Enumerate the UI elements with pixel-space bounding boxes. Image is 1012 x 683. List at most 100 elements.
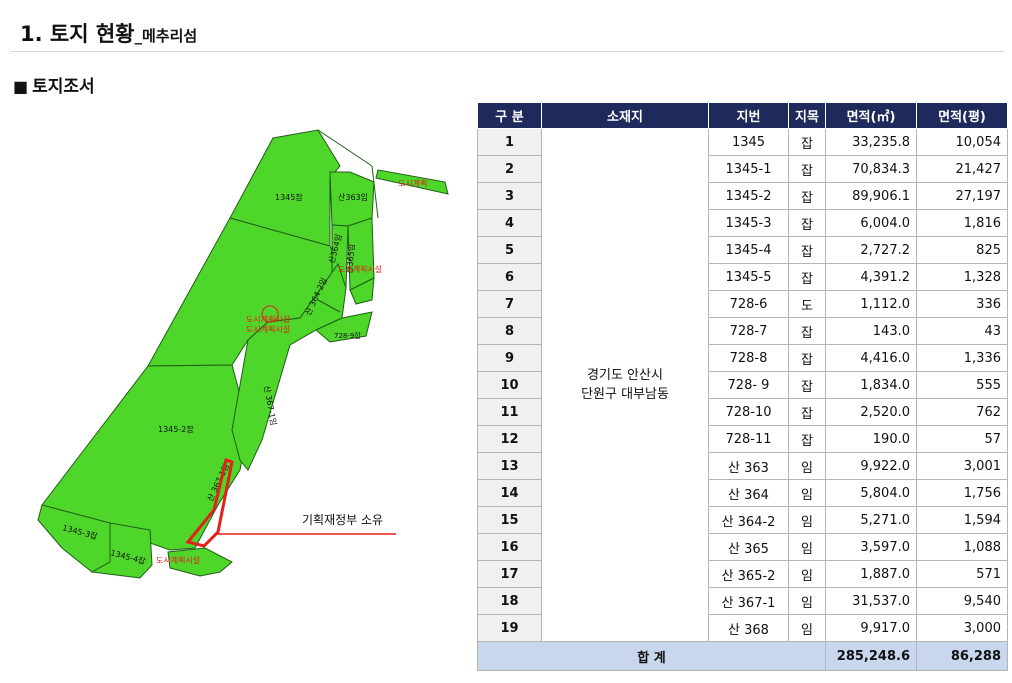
area-sqm: 143.0 <box>825 317 917 345</box>
land-category: 도 <box>788 290 826 318</box>
area-sqm: 1,834.0 <box>825 371 917 399</box>
area-pyeong: 1,336 <box>916 344 1008 372</box>
lot-number: 728- 9 <box>708 371 789 399</box>
header-location: 소재지 <box>541 102 709 129</box>
lot-number: 1345-4 <box>708 236 789 264</box>
area-pyeong: 43 <box>916 317 1008 345</box>
row-number: 2 <box>477 155 542 183</box>
row-number: 18 <box>477 587 542 615</box>
land-category: 임 <box>788 587 826 615</box>
row-number: 5 <box>477 236 542 264</box>
lot-number: 728-7 <box>708 317 789 345</box>
map-overlay-label: 도시계획시설 <box>156 555 200 565</box>
land-category: 임 <box>788 479 826 507</box>
lot-number: 728-10 <box>708 398 789 426</box>
land-category: 잡 <box>788 128 826 156</box>
land-category: 잡 <box>788 398 826 426</box>
area-sqm: 4,391.2 <box>825 263 917 291</box>
area-sqm: 5,804.0 <box>825 479 917 507</box>
land-category: 잡 <box>788 425 826 453</box>
land-category: 임 <box>788 452 826 480</box>
map-label-728-9: 728-9잡 <box>334 331 361 340</box>
map-overlay-label: 도시계획 <box>398 178 427 188</box>
area-sqm: 9,922.0 <box>825 452 917 480</box>
row-number: 19 <box>477 614 542 642</box>
area-sqm: 2,727.2 <box>825 236 917 264</box>
area-pyeong: 27,197 <box>916 182 1008 210</box>
row-number: 7 <box>477 290 542 318</box>
area-pyeong: 762 <box>916 398 1008 426</box>
row-number: 17 <box>477 560 542 588</box>
row-number: 9 <box>477 344 542 372</box>
row-number: 15 <box>477 506 542 534</box>
location-line: 단원구 대부남동 <box>581 387 669 402</box>
header-category: 구 분 <box>477 102 542 129</box>
area-sqm: 2,520.0 <box>825 398 917 426</box>
map-label-1345: 1345잡 <box>275 192 303 202</box>
lot-number: 1345-5 <box>708 263 789 291</box>
lot-number: 산 365-2 <box>708 560 789 588</box>
land-category: 잡 <box>788 155 826 183</box>
row-number: 4 <box>477 209 542 237</box>
area-pyeong: 1,328 <box>916 263 1008 291</box>
row-number: 13 <box>477 452 542 480</box>
lot-number: 산 364-2 <box>708 506 789 534</box>
row-number: 11 <box>477 398 542 426</box>
lot-number: 1345-2 <box>708 182 789 210</box>
row-number: 12 <box>477 425 542 453</box>
total-area-pyeong: 86,288 <box>916 641 1008 671</box>
land-category: 임 <box>788 614 826 642</box>
lot-number: 산 368 <box>708 614 789 642</box>
row-number: 6 <box>477 263 542 291</box>
area-pyeong: 825 <box>916 236 1008 264</box>
header-area-pyeong: 면적(평) <box>916 102 1008 129</box>
area-sqm: 1,112.0 <box>825 290 917 318</box>
map-label-363: 산363임 <box>338 192 368 202</box>
row-number: 14 <box>477 479 542 507</box>
land-category: 임 <box>788 560 826 588</box>
location-line: 경기도 안산시 <box>587 368 663 383</box>
land-category: 잡 <box>788 209 826 237</box>
header-area-sqm: 면적(㎡) <box>825 102 917 129</box>
area-pyeong: 3,000 <box>916 614 1008 642</box>
row-number: 16 <box>477 533 542 561</box>
land-category: 잡 <box>788 344 826 372</box>
land-category: 잡 <box>788 236 826 264</box>
area-sqm: 70,834.3 <box>825 155 917 183</box>
page-subtitle: _메추리섬 <box>134 27 198 45</box>
area-sqm: 89,906.1 <box>825 182 917 210</box>
area-pyeong: 3,001 <box>916 452 1008 480</box>
map-overlay-label: 도시계획시설 <box>246 314 290 324</box>
area-pyeong: 555 <box>916 371 1008 399</box>
map-overlay-label: 도시계획시설 <box>338 264 382 274</box>
row-number: 8 <box>477 317 542 345</box>
lot-number: 728-6 <box>708 290 789 318</box>
area-pyeong: 57 <box>916 425 1008 453</box>
area-sqm: 190.0 <box>825 425 917 453</box>
land-category: 잡 <box>788 371 826 399</box>
section-marker-icon: ■ <box>13 77 29 96</box>
section-title: 토지조서 <box>32 77 95 97</box>
area-pyeong: 336 <box>916 290 1008 318</box>
lot-number: 1345-3 <box>708 209 789 237</box>
land-category: 잡 <box>788 263 826 291</box>
map-overlay-label: 도시계획시설 <box>246 324 290 334</box>
land-category: 임 <box>788 506 826 534</box>
page-title: 1. 토지 현황_메추리섬 <box>20 18 197 48</box>
row-number: 3 <box>477 182 542 210</box>
land-category: 임 <box>788 533 826 561</box>
area-pyeong: 1,756 <box>916 479 1008 507</box>
lot-number: 1345 <box>708 128 789 156</box>
land-category: 잡 <box>788 317 826 345</box>
area-sqm: 4,416.0 <box>825 344 917 372</box>
row-number: 10 <box>477 371 542 399</box>
title-divider <box>10 51 1004 52</box>
section-heading: ■ 토지조서 <box>13 72 95 97</box>
area-sqm: 3,597.0 <box>825 533 917 561</box>
total-area-sqm: 285,248.6 <box>825 641 917 671</box>
area-pyeong: 9,540 <box>916 587 1008 615</box>
callout-label: 기획재정부 소유 <box>302 513 383 527</box>
area-pyeong: 1,594 <box>916 506 1008 534</box>
area-pyeong: 21,427 <box>916 155 1008 183</box>
land-survey-table: 구 분 소재지 지번 지목 면적(㎡) 면적(평) 1 경기도 안산시 단원구 대부… <box>477 102 1008 671</box>
